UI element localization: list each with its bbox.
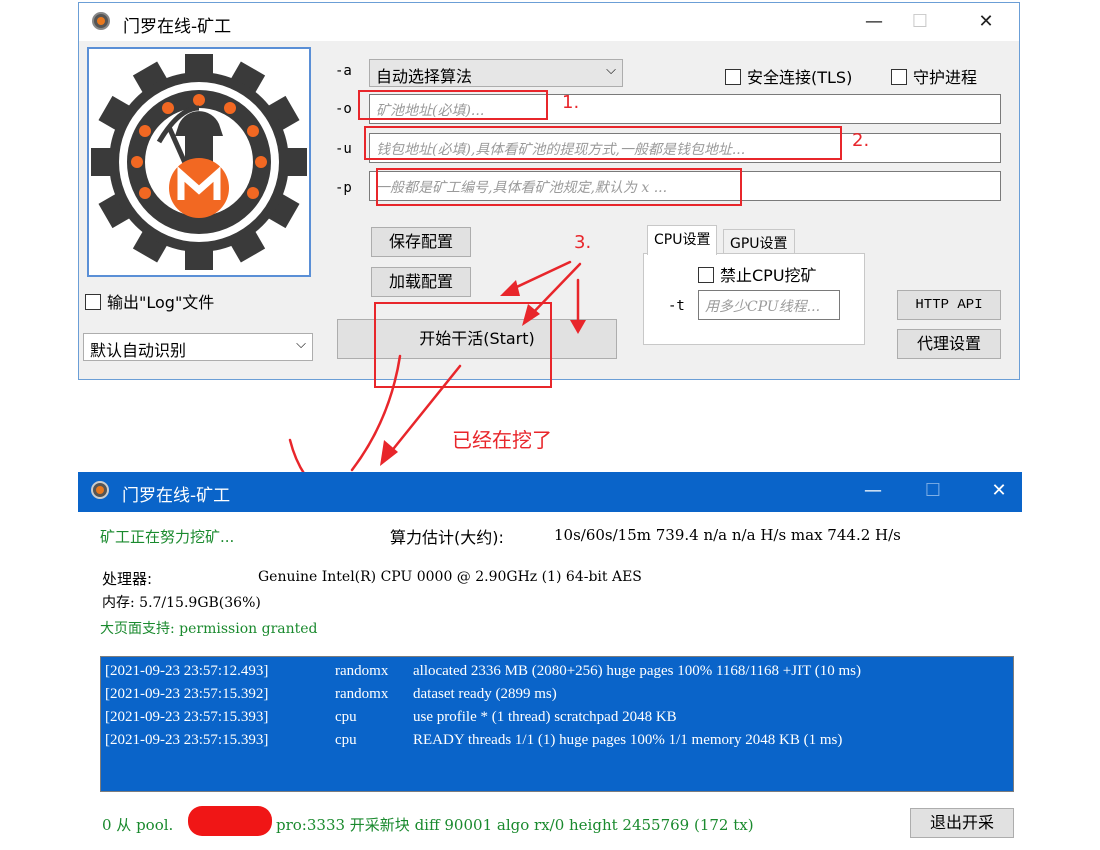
maximize-icon[interactable]: ☐: [910, 472, 956, 510]
monero-app-icon: [91, 481, 109, 499]
log-msg: allocated 2336 MB (2080+256) huge pages …: [413, 663, 861, 679]
log-tag: randomx: [335, 686, 389, 702]
log-tag: cpu: [335, 732, 357, 748]
log-row: [2021-09-23 23:57:15.393] cpu READY thre…: [105, 732, 842, 749]
log-console: [2021-09-23 23:57:12.493] randomx alloca…: [100, 656, 1014, 792]
log-row: [2021-09-23 23:57:15.393] cpu use profil…: [105, 709, 677, 726]
minimize-icon[interactable]: —: [850, 472, 896, 510]
footer-pool-prefix: 0 从 pool.: [102, 816, 174, 834]
hugepages-info: 大页面支持: permission granted: [100, 621, 318, 637]
window-title: 门罗在线-矿工: [122, 486, 231, 506]
memory-info: 内存: 5.7/15.9GB(36%): [102, 595, 261, 611]
log-row: [2021-09-23 23:57:15.392] randomx datase…: [105, 686, 557, 703]
redacted-pool-name: [188, 806, 272, 836]
log-msg: use profile * (1 thread) scratchpad 2048…: [413, 709, 677, 725]
mining-status: 矿工正在努力挖矿...: [100, 528, 235, 546]
arrow-to-start: [526, 262, 582, 320]
log-tag: cpu: [335, 709, 357, 725]
bottom-miner-window: 门罗在线-矿工 — ☐ ✕ 矿工正在努力挖矿... 算力估计(大约): 10s/…: [78, 472, 1022, 846]
log-msg: READY threads 1/1 (1) huge pages 100% 1/…: [413, 732, 843, 748]
cpu-label: 处理器:: [102, 570, 153, 588]
log-time: [2021-09-23 23:57:12.493]: [105, 663, 269, 679]
log-row: [2021-09-23 23:57:12.493] randomx alloca…: [105, 663, 861, 680]
log-time: [2021-09-23 23:57:15.393]: [105, 732, 269, 748]
hashrate-label: 算力估计(大约):: [390, 528, 504, 547]
log-time: [2021-09-23 23:57:15.393]: [105, 709, 269, 725]
tab-cpu-settings[interactable]: CPU设置: [647, 225, 718, 255]
footer-pool-suffix: pro:3333 开采新块 diff 90001 algo rx/0 heigh…: [276, 816, 754, 834]
log-tag: randomx: [335, 663, 389, 679]
exit-mining-button[interactable]: 退出开采: [910, 808, 1014, 838]
close-icon[interactable]: ✕: [976, 472, 1022, 510]
cpu-value: Genuine Intel(R) CPU 0000 @ 2.90GHz (1) …: [258, 569, 642, 585]
hashrate-value: 10s/60s/15m 739.4 n/a n/a H/s max 744.2 …: [554, 526, 901, 544]
log-time: [2021-09-23 23:57:15.392]: [105, 686, 269, 702]
title-bar: 门罗在线-矿工 — ☐ ✕: [78, 472, 1022, 512]
log-msg: dataset ready (2899 ms): [413, 686, 557, 702]
arrow-to-window: [384, 364, 462, 460]
